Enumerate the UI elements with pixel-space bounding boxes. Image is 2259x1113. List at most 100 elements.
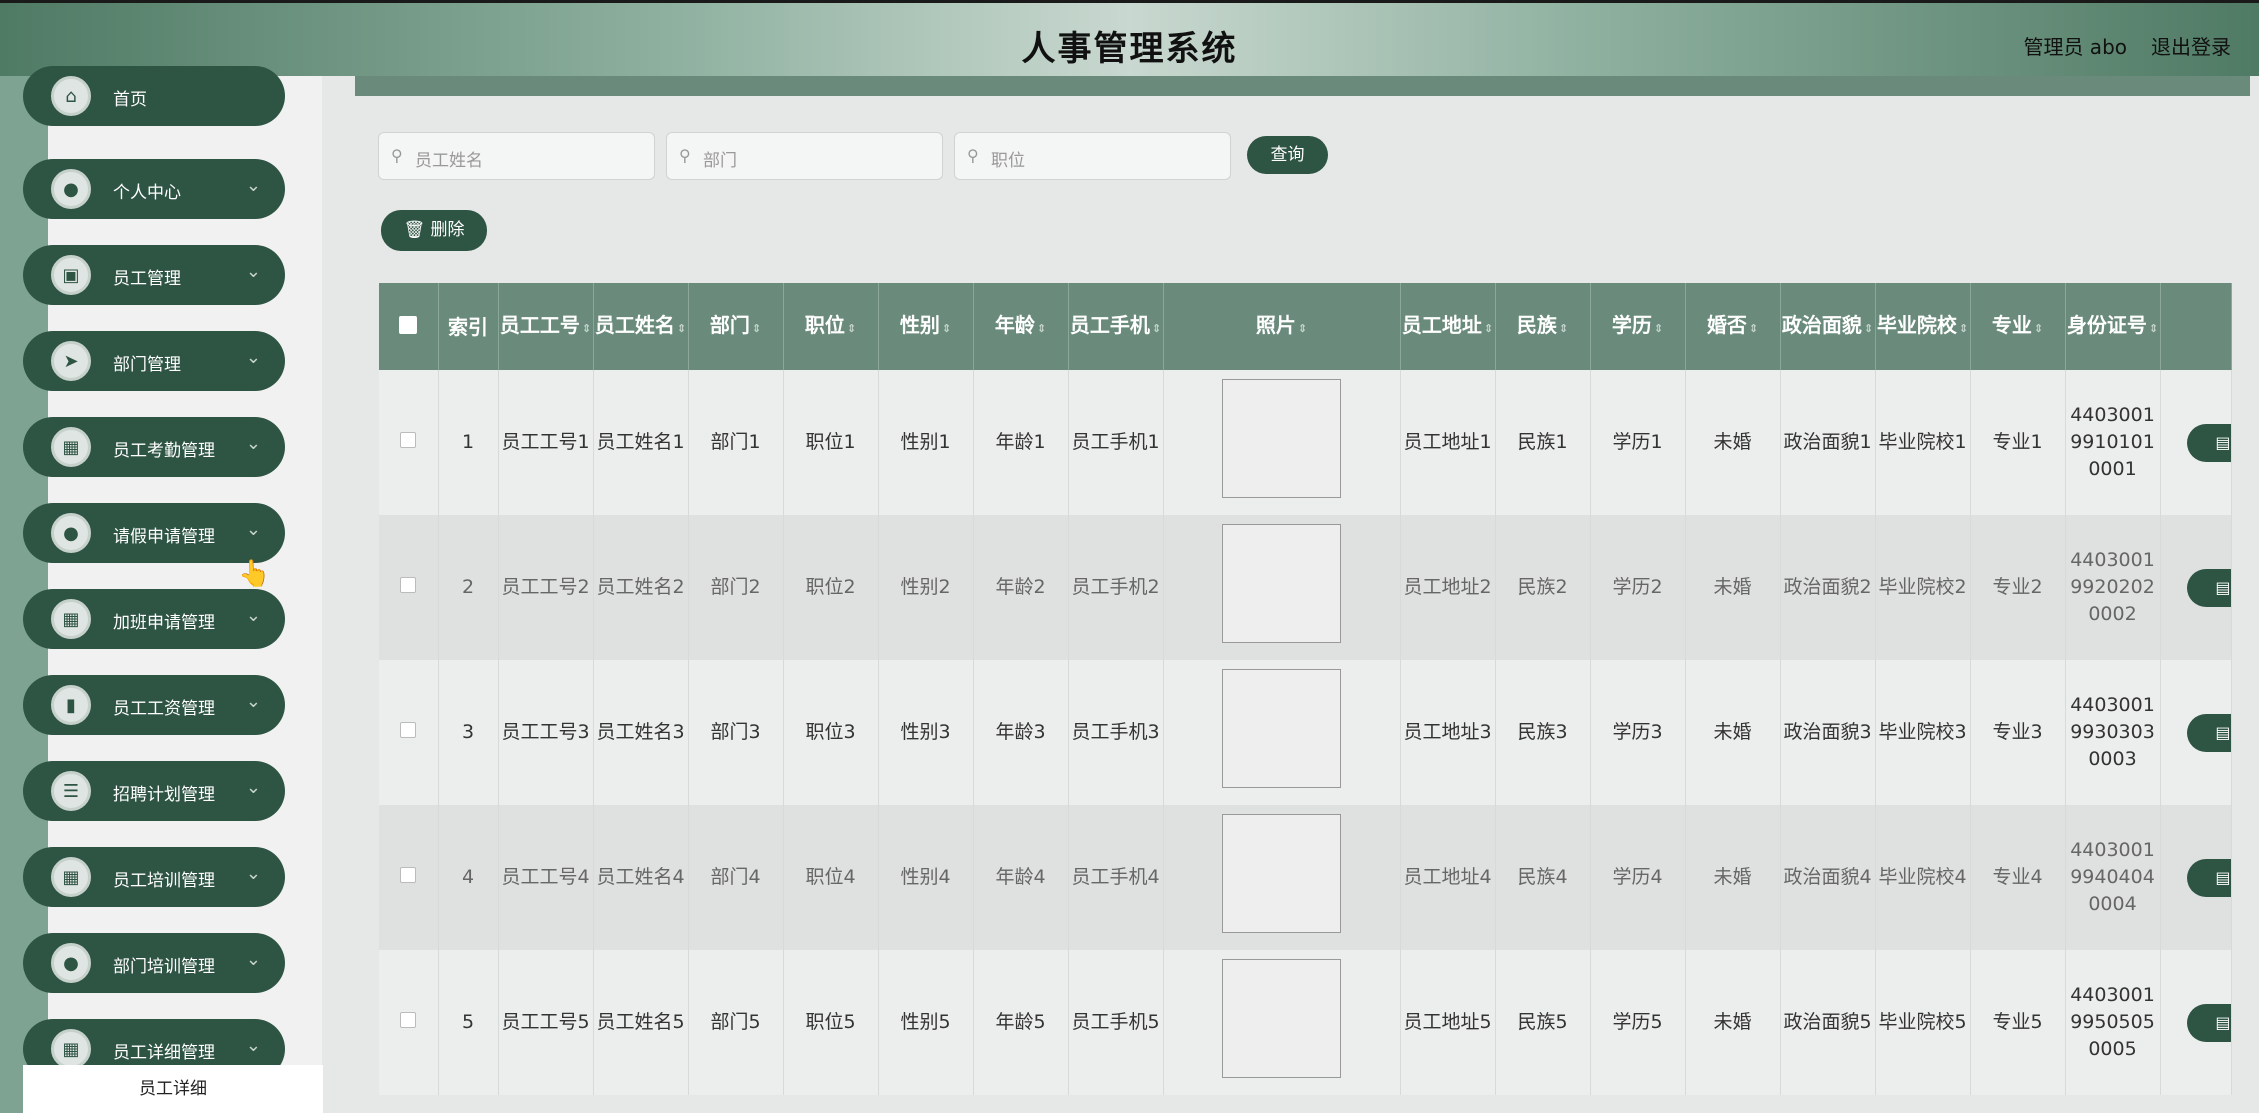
select-all-header[interactable] <box>379 283 439 370</box>
cell-age: 年龄2 <box>973 515 1069 660</box>
view-detail-button[interactable]: ▤ <box>2186 858 2231 897</box>
sort-icon[interactable]: ⇕ <box>1654 322 1663 335</box>
sort-icon[interactable]: ⇕ <box>1152 322 1161 335</box>
sidebar-item-1[interactable]: ⌂ 首页 <box>23 66 285 126</box>
sort-icon[interactable]: ⇕ <box>752 322 761 335</box>
cell-id-no: 440300199202020002 <box>2065 515 2161 660</box>
cell-address: 员工地址2 <box>1400 515 1496 660</box>
column-header-label: 年龄 <box>994 312 1035 337</box>
delete-button[interactable]: 🗑 删除 <box>381 210 487 251</box>
sort-icon[interactable]: ⇕ <box>1298 322 1307 335</box>
sort-icon[interactable]: ⇕ <box>847 322 856 335</box>
grid-icon: ▦ <box>51 1029 91 1069</box>
sort-icon[interactable]: ⇕ <box>1749 322 1758 335</box>
row-checkbox[interactable] <box>400 722 417 738</box>
department-search-input[interactable]: ⚲ 部门 <box>666 132 943 180</box>
sidebar-item-2[interactable]: ● 个人中心 ⌄ <box>23 159 285 219</box>
cell-school: 毕业院校1 <box>1875 370 1971 515</box>
cell-school: 毕业院校2 <box>1875 515 1971 660</box>
sort-icon[interactable]: ⇕ <box>2149 322 2158 335</box>
broken-image-placeholder <box>1222 379 1341 498</box>
row-checkbox[interactable] <box>400 867 417 883</box>
sort-icon[interactable]: ⇕ <box>1484 322 1493 335</box>
sort-icon[interactable]: ⇕ <box>1559 322 1568 335</box>
sidebar-item-3[interactable]: ▣ 员工管理 ⌄ <box>23 245 285 305</box>
row-checkbox[interactable] <box>400 1012 417 1028</box>
column-header[interactable]: 员工姓名 ⇕ <box>593 283 689 370</box>
column-header[interactable]: 员工手机 ⇕ <box>1068 283 1164 370</box>
cell-phone: 员工手机1 <box>1068 370 1164 515</box>
column-header[interactable]: 部门 ⇕ <box>688 283 784 370</box>
cell-political: 政治面貌2 <box>1780 515 1876 660</box>
column-header[interactable]: 照片 ⇕ <box>1163 283 1401 370</box>
sidebar-item-8[interactable]: ▮ 员工工资管理 ⌄ <box>23 675 285 735</box>
sidebar-item-11[interactable]: ● 部门培训管理 ⌄ <box>23 933 285 993</box>
column-header[interactable]: 年龄 ⇕ <box>973 283 1069 370</box>
employee-name-search-input[interactable]: ⚲ 员工姓名 <box>378 132 655 180</box>
admin-user-label: 管理员 abo <box>2023 35 2127 59</box>
query-button[interactable]: 查询 <box>1247 136 1328 174</box>
cell-address: 员工地址5 <box>1400 950 1496 1095</box>
view-detail-button[interactable]: ▤ <box>2186 713 2231 752</box>
cell-index: 4 <box>438 805 499 950</box>
cell-gender: 性别4 <box>878 805 974 950</box>
sidebar-item-9[interactable]: ☰ 招聘计划管理 ⌄ <box>23 761 285 821</box>
row-checkbox[interactable] <box>400 577 417 593</box>
column-header[interactable]: 员工工号 ⇕ <box>498 283 594 370</box>
sort-icon[interactable]: ⇕ <box>942 322 951 335</box>
cell-married: 未婚 <box>1685 950 1781 1095</box>
column-header[interactable]: 学历 ⇕ <box>1590 283 1686 370</box>
column-header[interactable]: 身份证号 ⇕ <box>2065 283 2161 370</box>
view-detail-button[interactable]: ▤ <box>2186 423 2231 462</box>
sidebar-item-10[interactable]: ▦ 员工培训管理 ⌄ <box>23 847 285 907</box>
column-header[interactable]: 专业 ⇕ <box>1970 283 2066 370</box>
sort-icon[interactable]: ⇕ <box>1864 322 1873 335</box>
table-row: 4 员工工号4 员工姓名4 部门4 职位4 性别4 年龄4 员工手机4 员工地址4 民族4 学历4 未… <box>379 805 2232 950</box>
cell-married: 未婚 <box>1685 515 1781 660</box>
cell-phone: 员工手机5 <box>1068 950 1164 1095</box>
briefcase-icon: ▣ <box>51 255 91 295</box>
sort-icon[interactable]: ⇕ <box>582 322 591 335</box>
column-header-label: 身份证号 <box>2066 312 2147 337</box>
cell-address: 员工地址1 <box>1400 370 1496 515</box>
view-detail-button[interactable]: ▤ <box>2186 568 2231 607</box>
cell-address: 员工地址4 <box>1400 805 1496 950</box>
sort-icon[interactable]: ⇕ <box>1959 322 1968 335</box>
cell-school: 毕业院校3 <box>1875 660 1971 805</box>
column-header[interactable]: 政治面貌 ⇕ <box>1780 283 1876 370</box>
cell-phone: 员工手机4 <box>1068 805 1164 950</box>
column-header[interactable]: 婚否 ⇕ <box>1685 283 1781 370</box>
cell-dept: 部门4 <box>688 805 784 950</box>
cell-phone: 员工手机3 <box>1068 660 1164 805</box>
view-detail-button[interactable]: ▤ <box>2186 1003 2231 1042</box>
logout-link[interactable]: 退出登录 <box>2151 31 2231 60</box>
sidebar-item-4[interactable]: ➤ 部门管理 ⌄ <box>23 331 285 391</box>
sort-icon[interactable]: ⇕ <box>1037 322 1046 335</box>
row-actions-cell: ▤ <box>2160 370 2232 515</box>
row-checkbox[interactable] <box>400 432 417 448</box>
column-header[interactable]: 员工地址 ⇕ <box>1400 283 1496 370</box>
delete-button-label: 删除 <box>430 220 465 240</box>
position-search-input[interactable]: ⚲ 职位 <box>954 132 1231 180</box>
column-header[interactable]: 性别 ⇕ <box>878 283 974 370</box>
column-header-label: 学历 <box>1611 312 1652 337</box>
photo-cell <box>1163 370 1401 515</box>
cell-position: 职位4 <box>783 805 879 950</box>
column-header[interactable]: 职位 ⇕ <box>783 283 879 370</box>
sidebar-item-5[interactable]: ▦ 员工考勤管理 ⌄ <box>23 417 285 477</box>
select-all-checkbox[interactable] <box>399 315 418 334</box>
column-header-label: 性别 <box>899 312 940 337</box>
cell-major: 专业1 <box>1970 370 2066 515</box>
submenu-item-employee-detail[interactable]: 员工详细 <box>23 1065 323 1113</box>
sidebar-item-6[interactable]: ● 请假申请管理 ⌄ <box>23 503 285 563</box>
cell-edu: 学历4 <box>1590 805 1686 950</box>
sidebar-item-7[interactable]: ▦ 加班申请管理 ⌄ <box>23 589 285 649</box>
sort-icon[interactable]: ⇕ <box>2034 322 2043 335</box>
column-header[interactable]: 民族 ⇕ <box>1495 283 1591 370</box>
sort-icon[interactable]: ⇕ <box>677 322 686 335</box>
search-icon: ⚲ <box>679 146 691 165</box>
column-header[interactable]: 索引 <box>438 283 499 370</box>
cell-emp-no: 员工工号2 <box>498 515 594 660</box>
column-header[interactable]: 毕业院校 ⇕ <box>1875 283 1971 370</box>
cell-position: 职位3 <box>783 660 879 805</box>
